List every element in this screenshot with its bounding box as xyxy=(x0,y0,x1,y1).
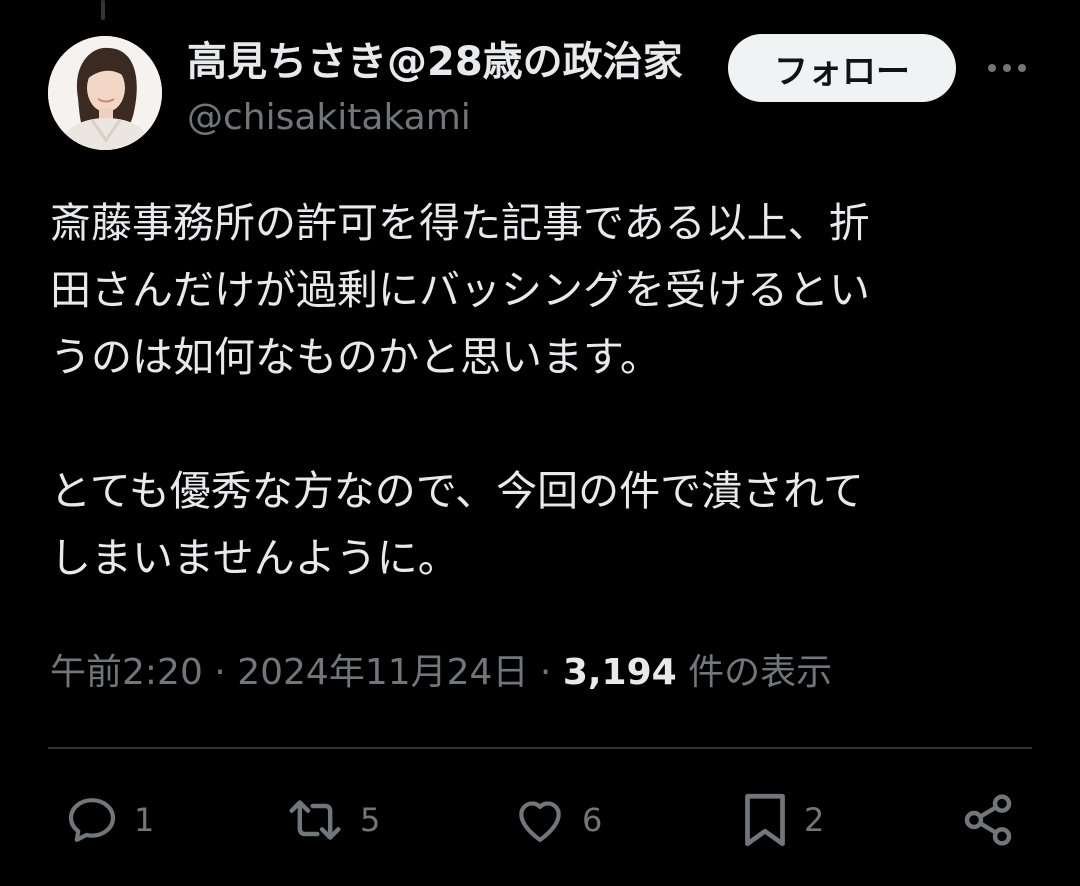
retweet-button[interactable]: 5 xyxy=(284,790,380,850)
avatar[interactable] xyxy=(48,36,162,150)
meta-separator: · xyxy=(539,652,552,693)
views-label: 件の表示 xyxy=(688,652,833,693)
more-icon xyxy=(988,64,1026,72)
views-count: 3,194 xyxy=(562,652,677,693)
heart-icon xyxy=(519,801,561,842)
meta-separator: · xyxy=(214,652,226,693)
tweet-text-line: とても優秀な方なので、今回の件で潰されて xyxy=(50,467,864,515)
thread-connector-line xyxy=(101,0,105,20)
like-count: 6 xyxy=(582,801,603,839)
follow-button[interactable]: フォロー xyxy=(728,34,956,102)
tweet-time[interactable]: 午前2:20 xyxy=(50,652,203,693)
share-button[interactable] xyxy=(960,790,1016,850)
tweet-text-line: 斎藤事務所の許可を得た記事である以上、折 xyxy=(50,199,870,247)
tweet-text: 斎藤事務所の許可を得た記事である以上、折 田さんだけが過剰にバッシングを受けると… xyxy=(50,190,1030,592)
tweet-date[interactable]: 2024年11月24日 xyxy=(237,652,528,693)
bookmark-button[interactable]: 2 xyxy=(740,790,824,850)
tweet-text-line: 田さんだけが過剰にバッシングを受けるとい xyxy=(50,266,870,314)
divider xyxy=(48,747,1032,749)
author-display-name[interactable]: 高見ちさき@28歳の政治家 xyxy=(187,36,683,88)
tweet-text-line: しまいませんように。 xyxy=(50,534,459,582)
avatar-image xyxy=(48,36,162,150)
tweet-text-line: うのは如何なものかと思います。 xyxy=(50,333,661,381)
more-options-button[interactable] xyxy=(984,48,1030,88)
author-handle[interactable]: @chisakitakami xyxy=(187,94,471,142)
bookmark-count: 2 xyxy=(804,801,825,839)
like-button[interactable]: 6 xyxy=(512,790,602,850)
tweet-metadata: 午前2:20 · 2024年11月24日 · 3,194 件の表示 xyxy=(50,648,832,698)
reply-count: 1 xyxy=(134,801,155,839)
retweet-icon xyxy=(289,800,341,840)
reply-icon xyxy=(68,798,116,842)
share-icon xyxy=(964,794,1012,846)
retweet-count: 5 xyxy=(360,801,381,839)
reply-button[interactable]: 1 xyxy=(64,790,154,850)
bookmark-icon xyxy=(745,793,785,847)
